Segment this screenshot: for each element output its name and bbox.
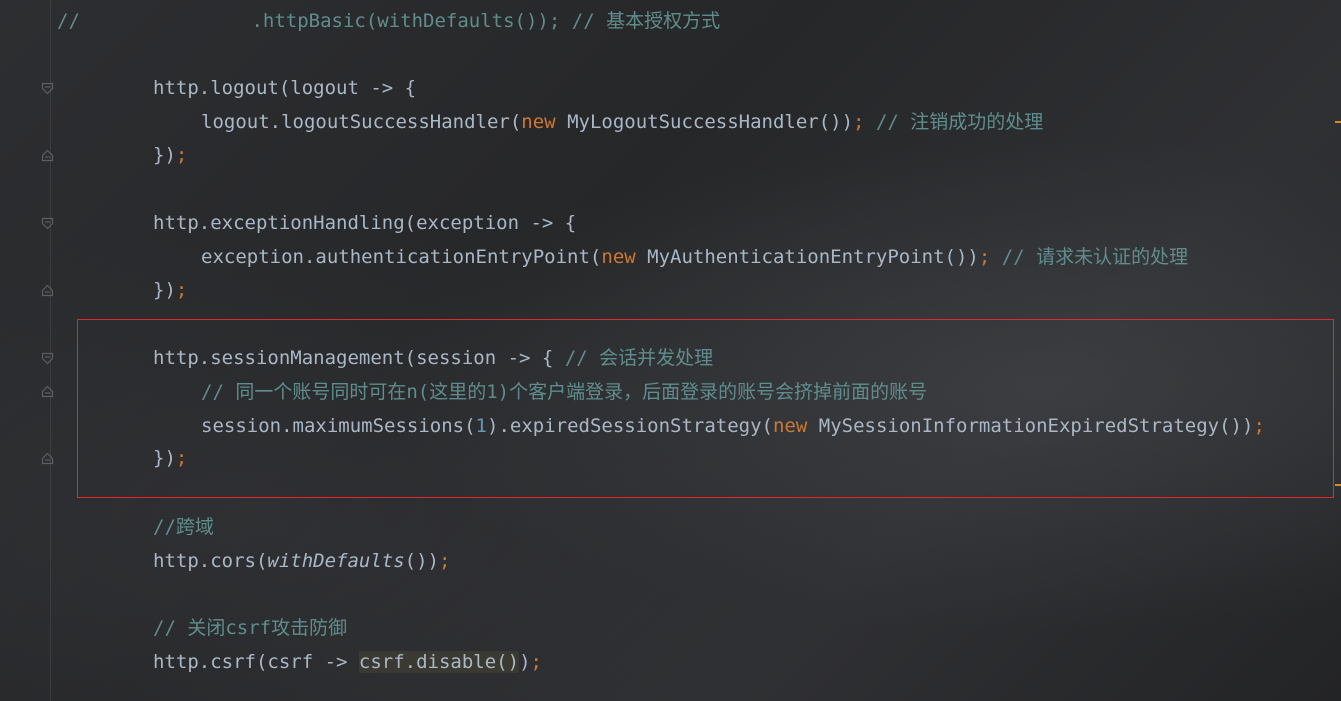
code-token: ()) (404, 550, 439, 572)
fold-close-icon[interactable] (41, 149, 54, 162)
code-token: ; (530, 651, 542, 673)
fold-open-icon[interactable] (41, 217, 54, 230)
code-line[interactable]: }); (153, 273, 187, 307)
code-token: MyLogoutSuccessHandler()) (555, 111, 854, 133)
code-token: csrf.disable() (358, 651, 520, 673)
code-token: // 关闭csrf攻击防御 (153, 617, 348, 639)
code-token: // .httpBasic(withDefaults()); // 基本授权方式 (57, 10, 721, 32)
code-token: http.exceptionHandling(exception -> { (153, 212, 577, 234)
fold-close-icon[interactable] (41, 452, 54, 465)
code-token: MyAuthenticationEntryPoint()) (635, 246, 979, 268)
code-line[interactable]: logout.logoutSuccessHandler(new MyLogout… (201, 105, 1043, 139)
code-line[interactable]: http.logout(logout -> { (153, 71, 416, 105)
fold-close-icon[interactable] (41, 385, 54, 398)
fold-open-icon[interactable] (41, 82, 54, 95)
code-token: logout.logoutSuccessHandler( (201, 111, 522, 133)
code-line[interactable]: //跨域 (153, 510, 214, 544)
scrollbar-marker[interactable] (1335, 121, 1341, 123)
code-token: //跨域 (153, 516, 214, 538)
code-token: // 请求未认证的处理 (990, 246, 1189, 268)
code-token: http.csrf(csrf -> (153, 651, 359, 673)
code-token: }) (153, 144, 176, 166)
code-token: ; (978, 246, 991, 268)
code-token: // 注销成功的处理 (864, 111, 1044, 133)
code-token: ; (175, 144, 188, 166)
code-token: ; (853, 111, 865, 133)
code-line[interactable]: http.csrf(csrf -> csrf.disable()); (153, 645, 542, 679)
code-line[interactable]: http.exceptionHandling(exception -> { (153, 206, 576, 240)
code-token: new (521, 111, 556, 133)
code-line[interactable]: http.cors(withDefaults()); (153, 544, 450, 578)
code-editor[interactable]: // .httpBasic(withDefaults()); // 基本授权方式… (0, 0, 1341, 701)
code-token: ) (519, 651, 531, 673)
editor-gutter (0, 0, 54, 701)
code-token: http.cors( (153, 550, 268, 572)
code-line[interactable]: // 关闭csrf攻击防御 (153, 611, 347, 645)
code-token: exception.authenticationEntryPoint( (201, 246, 602, 268)
code-token: http.logout(logout -> { (153, 77, 417, 99)
code-line[interactable]: // .httpBasic(withDefaults()); // 基本授权方式 (57, 4, 720, 38)
code-token: new (601, 246, 636, 268)
gutter-divider (50, 0, 51, 701)
code-token: }) (153, 279, 176, 301)
code-line[interactable]: }); (153, 138, 187, 172)
scrollbar-marker[interactable] (1335, 484, 1341, 486)
code-token: ; (175, 279, 188, 301)
highlight-annotation-box (77, 319, 1334, 498)
code-token: ; (439, 550, 451, 572)
code-line[interactable]: exception.authenticationEntryPoint(new M… (201, 240, 1188, 274)
code-token: withDefaults (267, 550, 405, 572)
fold-close-icon[interactable] (41, 284, 54, 297)
fold-open-icon[interactable] (41, 352, 54, 365)
